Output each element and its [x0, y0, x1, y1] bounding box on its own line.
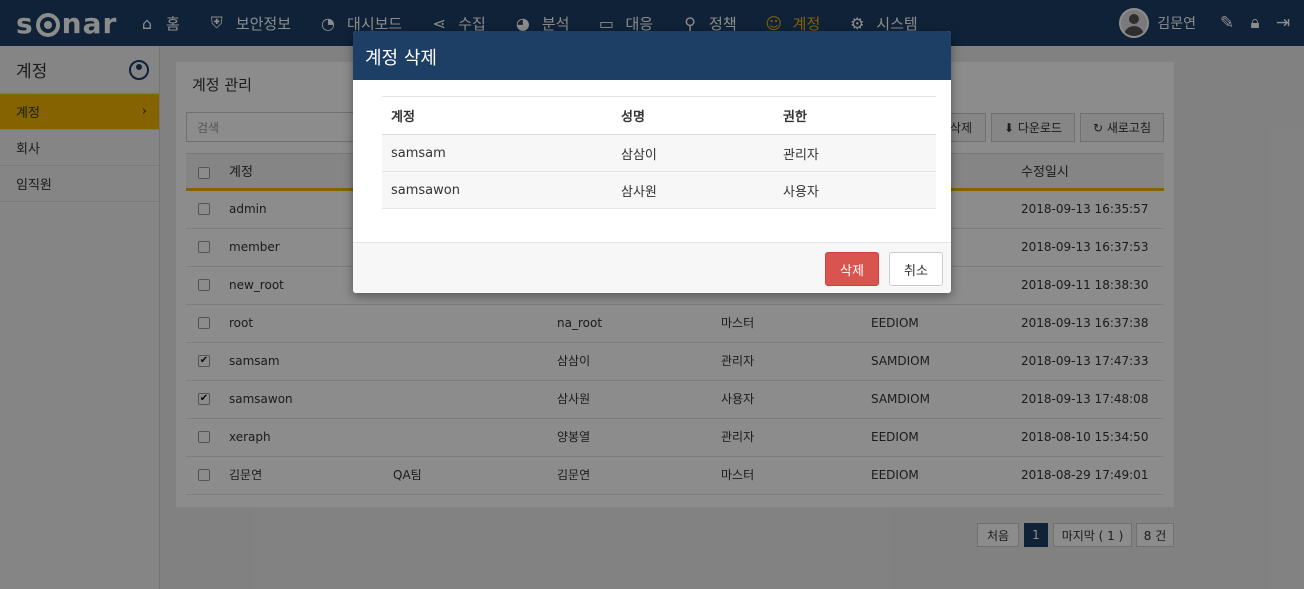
confirm-delete-button[interactable]: 삭제: [825, 252, 879, 286]
delete-account-modal: 계정 삭제 계정 성명 권한 samsam 삼삼이 관리자 samsawon 삼사원 사용…: [353, 31, 951, 293]
modal-body: 계정 성명 권한 samsam 삼삼이 관리자 samsawon 삼사원 사용자: [382, 96, 936, 209]
table-row: samsawon 삼사원 사용자: [382, 171, 936, 209]
cell-role: 사용자: [774, 171, 936, 209]
table-row: samsam 삼삼이 관리자: [382, 134, 936, 172]
modal-footer: 삭제 취소: [353, 242, 951, 293]
column-header-role: 권한: [774, 96, 936, 135]
cell-name: 삼사원: [612, 171, 774, 209]
delete-list-table: 계정 성명 권한 samsam 삼삼이 관리자 samsawon 삼사원 사용자: [382, 96, 936, 209]
cell-role: 관리자: [774, 134, 936, 172]
modal-title: 계정 삭제: [353, 31, 951, 80]
cell-account: samsam: [382, 134, 612, 172]
modal-table-body: samsam 삼삼이 관리자 samsawon 삼사원 사용자: [382, 134, 936, 209]
cell-account: samsawon: [382, 171, 612, 209]
table-header-row: 계정 성명 권한: [382, 96, 936, 135]
cancel-button[interactable]: 취소: [889, 252, 943, 286]
column-header-name: 성명: [612, 96, 774, 135]
cell-name: 삼삼이: [612, 134, 774, 172]
column-header-account: 계정: [382, 96, 612, 135]
